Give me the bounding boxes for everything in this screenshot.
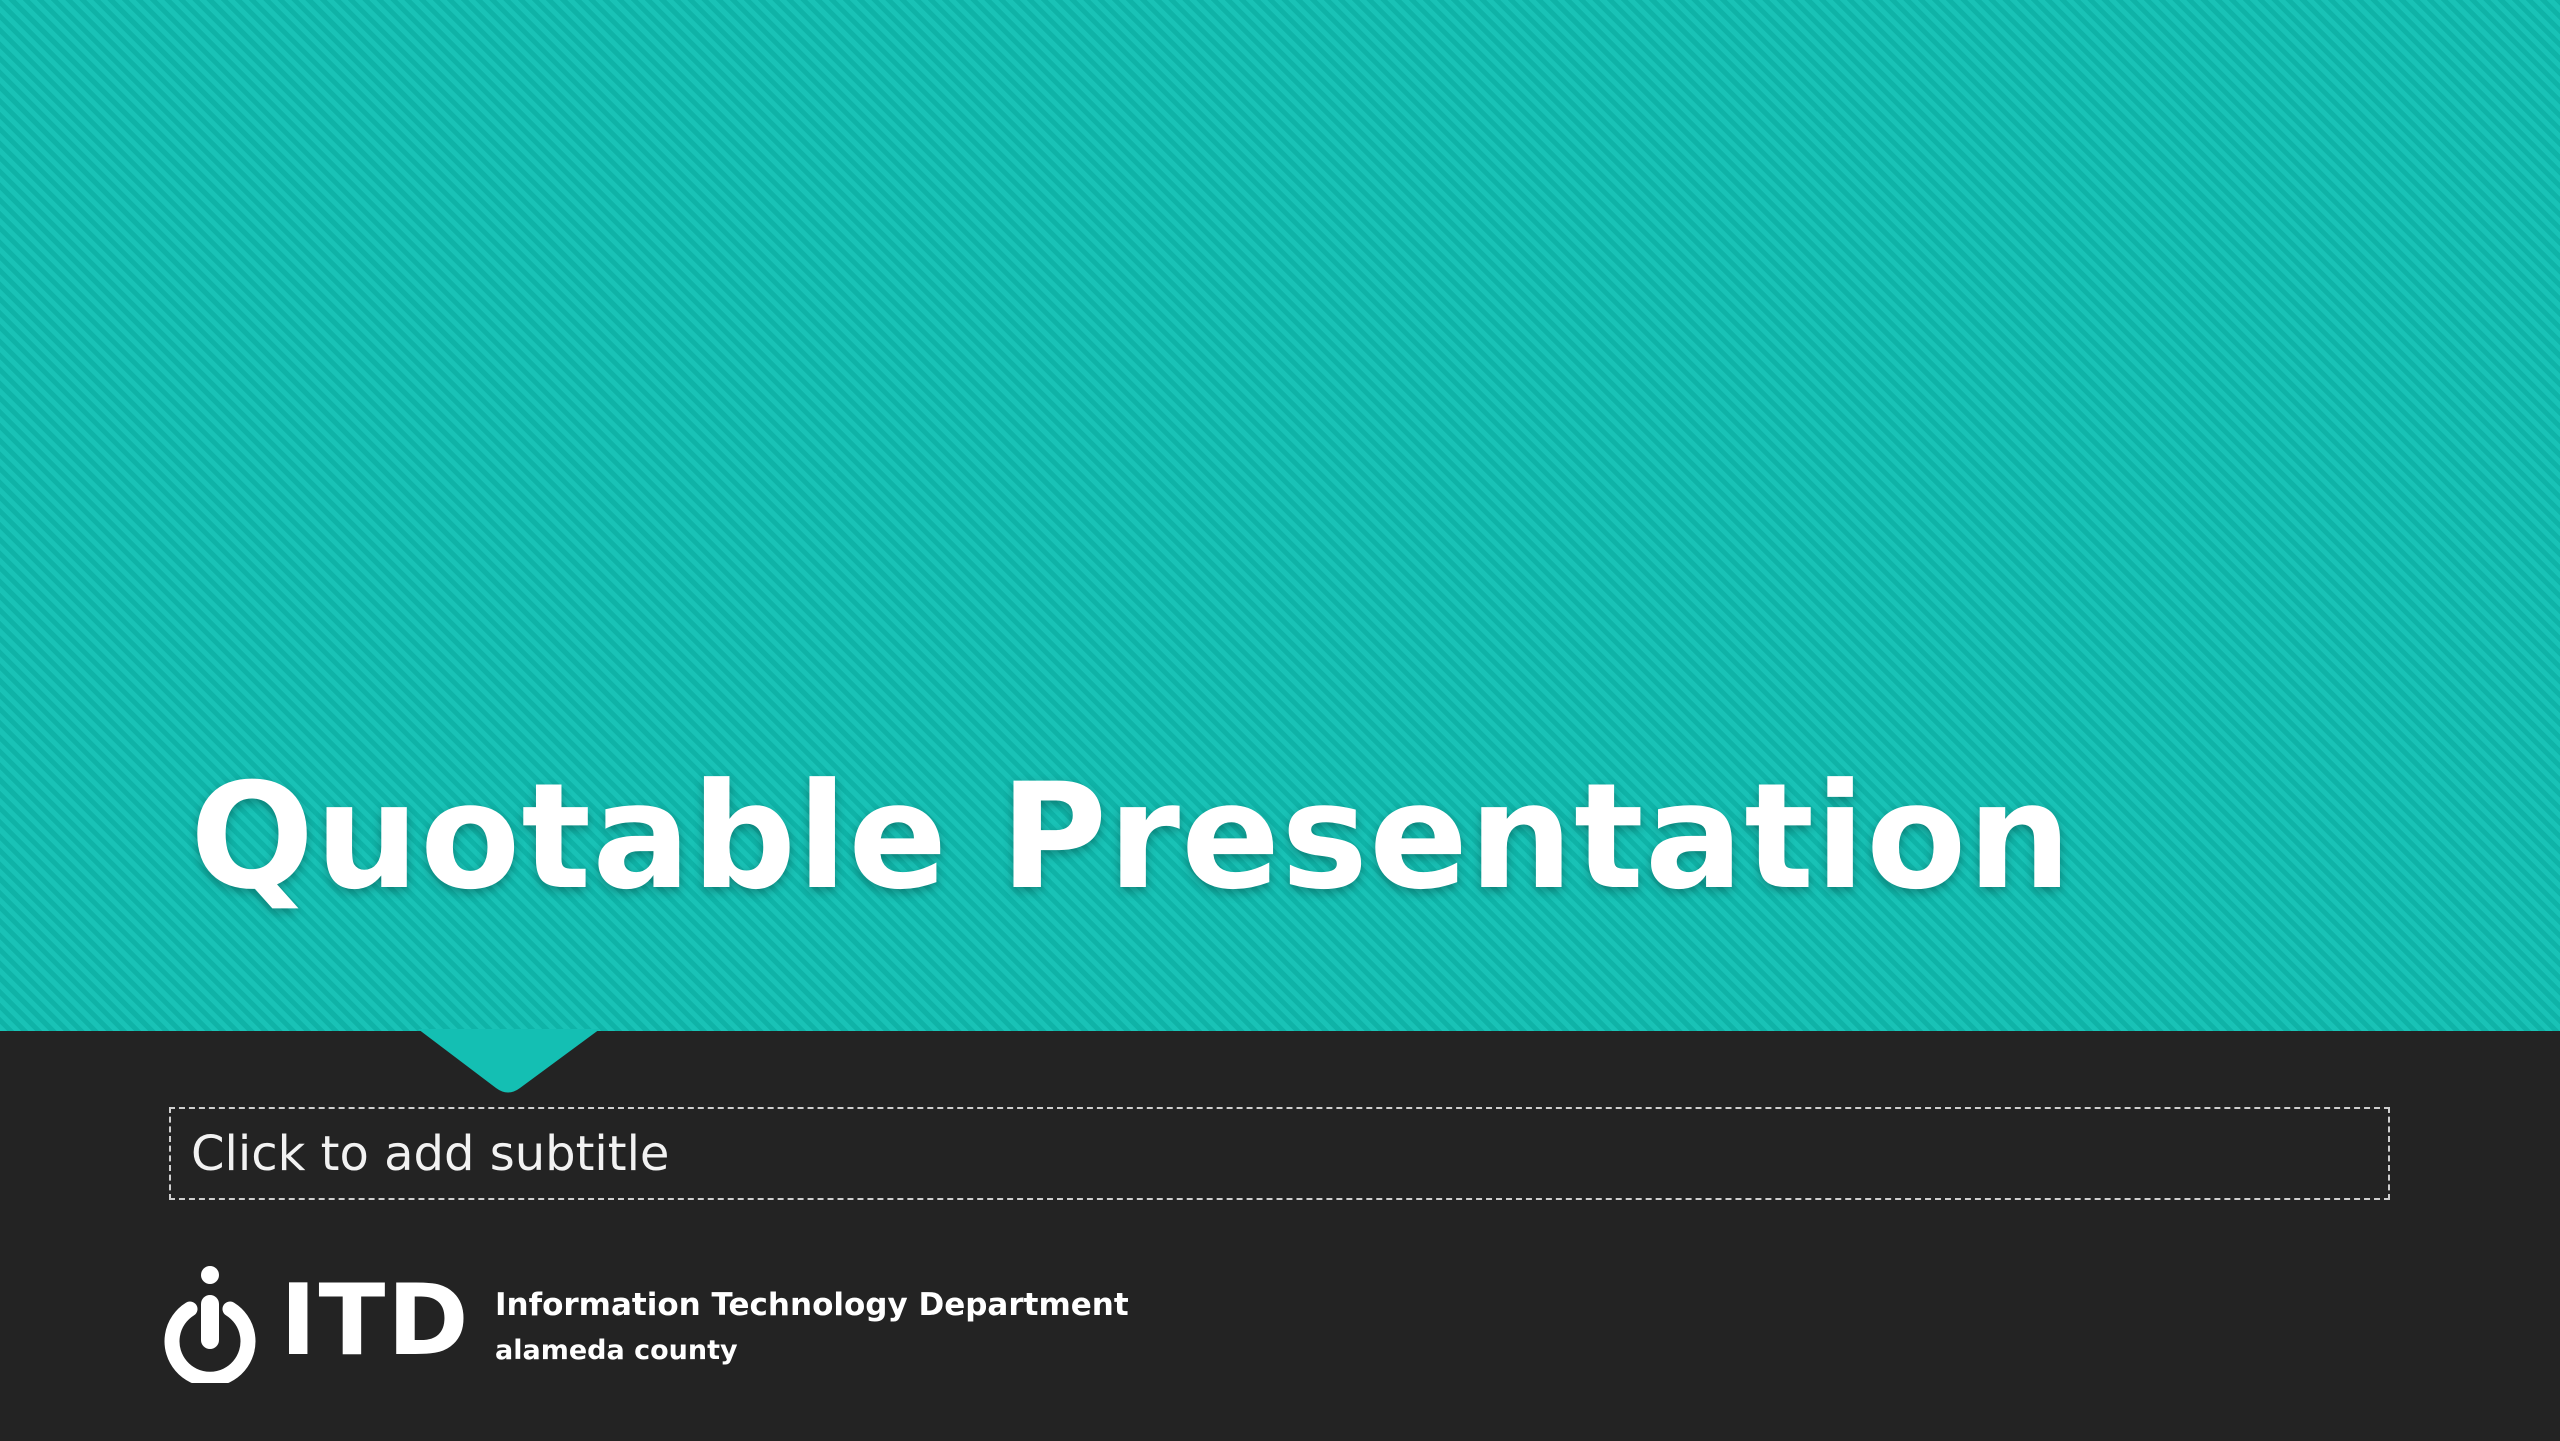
slide-title[interactable]: Quotable Presentation [190,752,2072,922]
title-slide: Quotable Presentation Click to add subti… [0,0,2560,1441]
logo-wordmark: ITD [280,1264,471,1378]
subtitle-placeholder-box[interactable]: Click to add subtitle [169,1107,2390,1200]
power-icon [164,1266,256,1383]
subtitle-placeholder-text: Click to add subtitle [191,1126,670,1182]
logo-county-name: alameda county [495,1335,738,1366]
logo-department-name: Information Technology Department [495,1287,1129,1323]
